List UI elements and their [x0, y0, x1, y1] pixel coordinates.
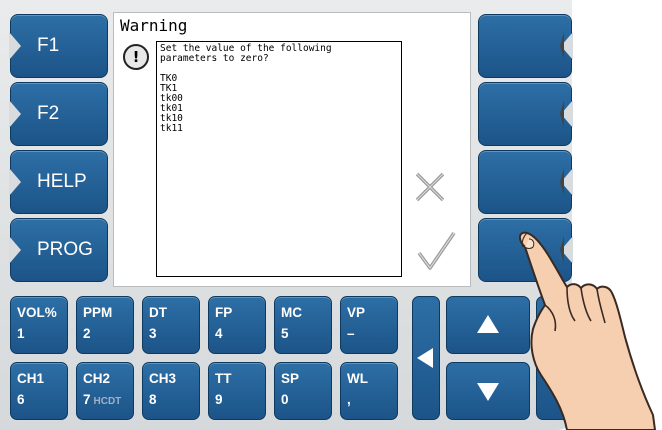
parameter-item: tk11	[160, 123, 183, 134]
key-digit: 7 HCDT	[83, 392, 121, 407]
pointing-hand-icon	[519, 231, 656, 430]
prog-key-label: PROG	[37, 239, 93, 260]
key-ch3-8[interactable]: CH3 8	[142, 362, 200, 420]
key-label: WL	[347, 371, 368, 386]
key-label: VOL%	[17, 305, 57, 320]
help-key-label: HELP	[37, 171, 87, 192]
checkmark-icon[interactable]	[416, 231, 456, 271]
dialog-message: Set the value of the following parameter…	[160, 43, 332, 64]
key-digit: 6	[17, 392, 25, 407]
key-label: VP	[347, 305, 366, 320]
up-arrow-icon	[477, 315, 499, 333]
key-digit: 4	[215, 326, 223, 341]
key-label: PPM	[83, 305, 113, 320]
lcd-display: Warning ! Set the value of the following…	[113, 12, 471, 287]
key-label: CH1	[17, 371, 45, 386]
key-label: TT	[215, 371, 232, 386]
key-sp-0[interactable]: SP 0	[274, 362, 332, 420]
key-digit: 9	[215, 392, 223, 407]
key-digit: 0	[281, 392, 289, 407]
f1-key-label: F1	[37, 35, 60, 56]
key-digit: 8	[149, 392, 157, 407]
key-label: MC	[281, 305, 302, 320]
exclamation-icon: !	[123, 44, 149, 70]
parameter-item: tk00	[160, 93, 183, 104]
dialog-title: Warning	[120, 16, 188, 35]
parameter-item: tk01	[160, 103, 183, 114]
key-hcdt-label: HCDT	[93, 396, 122, 407]
f1-key[interactable]: F1	[9, 14, 108, 78]
x-icon[interactable]	[414, 171, 446, 203]
key-dt-3[interactable]: DT 3	[142, 296, 200, 354]
parameter-item: TK1	[160, 83, 178, 94]
f2-key-label: F2	[37, 103, 60, 124]
f2-key[interactable]: F2	[9, 82, 108, 146]
key-label: FP	[215, 305, 233, 320]
message-box: Set the value of the following parameter…	[156, 41, 402, 277]
key-ppm-2[interactable]: PPM 2	[76, 296, 134, 354]
key-ch2-7[interactable]: CH2 7 HCDT	[76, 362, 134, 420]
parameter-item: tk10	[160, 113, 183, 124]
key-digit: –	[347, 326, 355, 341]
right-softkey-2[interactable]	[478, 82, 573, 146]
key-vp-minus[interactable]: VP –	[340, 296, 398, 354]
key-wl-comma[interactable]: WL ,	[340, 362, 398, 420]
key-digit: 1	[17, 326, 25, 341]
down-arrow-icon	[477, 383, 499, 401]
help-key[interactable]: HELP	[9, 150, 108, 214]
key-digit: ,	[347, 392, 351, 407]
key-digit: 5	[281, 326, 289, 341]
prog-key[interactable]: PROG	[9, 218, 108, 282]
key-label: SP	[281, 371, 300, 386]
key-label: CH2	[83, 371, 111, 386]
key-tt-9[interactable]: TT 9	[208, 362, 266, 420]
key-digit-value: 7	[83, 392, 91, 407]
key-digit: 3	[149, 326, 157, 341]
key-fp-4[interactable]: FP 4	[208, 296, 266, 354]
left-arrow-key[interactable]	[412, 296, 440, 420]
right-softkey-3[interactable]	[478, 150, 573, 214]
key-mc-5[interactable]: MC 5	[274, 296, 332, 354]
left-arrow-icon	[417, 348, 433, 368]
right-softkey-1[interactable]	[478, 14, 573, 78]
key-label: DT	[149, 305, 167, 320]
parameter-list: TK0 TK1 tk00 tk01 tk10 tk11	[160, 74, 398, 134]
key-digit: 2	[83, 326, 91, 341]
key-label: CH3	[149, 371, 177, 386]
key-vol-1[interactable]: VOL% 1	[10, 296, 68, 354]
parameter-item: TK0	[160, 73, 178, 84]
key-ch1-6[interactable]: CH1 6	[10, 362, 68, 420]
